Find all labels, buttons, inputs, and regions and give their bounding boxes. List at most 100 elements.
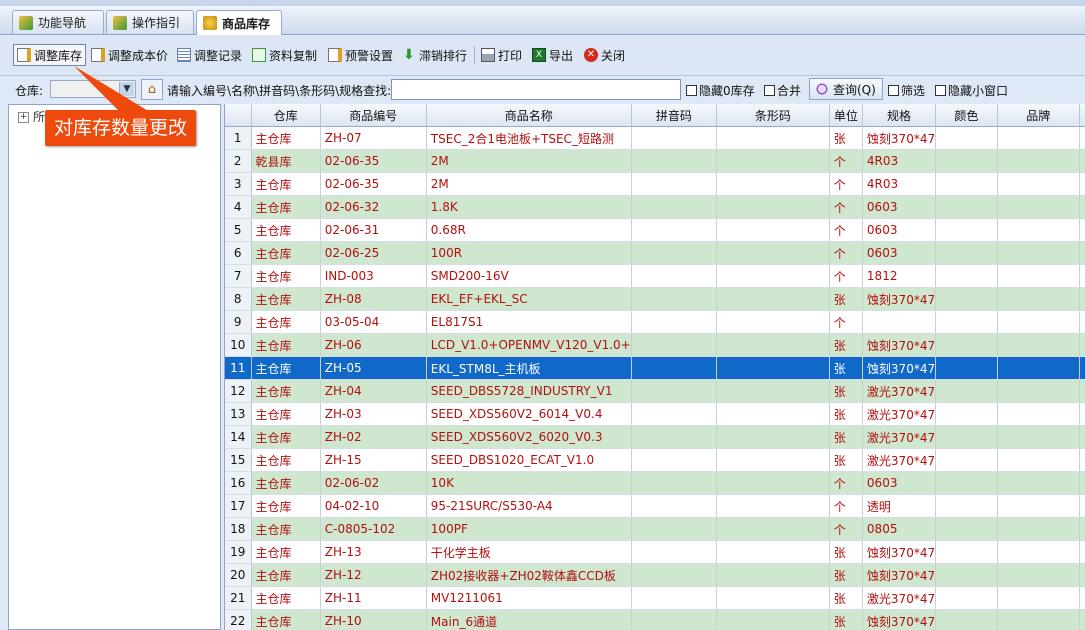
table-row[interactable]: 3 主仓库 02-06-35 2M 个 4R03 — [225, 172, 1085, 196]
cell-product-name: 干化学主板 — [426, 540, 632, 564]
cell-row-number: 20 — [225, 563, 252, 587]
table-row[interactable]: 21 主仓库 ZH-11 MV1211061 张激光370*47 — [225, 586, 1085, 610]
screen-checkbox[interactable]: 筛选 — [888, 82, 925, 99]
cell-pinyin-code — [631, 172, 718, 196]
table-row[interactable]: 5 主仓库 02-06-31 0.68R 个 0603 — [225, 218, 1085, 242]
export-button[interactable]: X 导出 — [532, 45, 573, 65]
cell-color — [935, 149, 998, 173]
column-header-unit[interactable]: 单位 — [829, 104, 863, 127]
cell-row-number: 17 — [225, 494, 252, 518]
cell-spec: 激光370*47 — [862, 425, 937, 449]
print-button[interactable]: 打印 — [481, 45, 522, 65]
copy-data-button[interactable]: 资料复制 — [252, 45, 317, 65]
cell-barcode — [716, 264, 830, 288]
alert-settings-button[interactable]: 预警设置 — [328, 45, 393, 65]
cell-product-code: 04-02-10 — [320, 494, 427, 518]
table-row[interactable]: 14 主仓库 ZH-02 SEED_XDS560V2_6020_V0.3 张激光370*… — [225, 425, 1085, 449]
cell-pinyin-code — [631, 540, 718, 564]
cell-product-name: 10K — [426, 471, 632, 495]
cell-barcode — [716, 448, 830, 472]
cell-overflow — [1079, 586, 1085, 610]
cell-warehouse: 主仓库 — [251, 448, 321, 472]
column-header-row-number[interactable] — [225, 104, 252, 127]
cell-color — [935, 218, 998, 242]
table-row[interactable]: 10 主仓库 ZH-06 LCD_V1.0+OPENMV_V120_V1.0+ 张蚀刻3… — [225, 333, 1085, 357]
cell-product-code: ZH-12 — [320, 563, 427, 587]
cell-pinyin-code — [631, 264, 718, 288]
cell-product-code: ZH-15 — [320, 448, 427, 472]
checkbox-box[interactable] — [935, 85, 946, 96]
table-row[interactable]: 19 主仓库 ZH-13 干化学主板 张蚀刻370*47 — [225, 540, 1085, 564]
column-header-brand[interactable]: 品牌 — [997, 104, 1081, 127]
cell-brand — [997, 586, 1081, 610]
table-row[interactable]: 8 主仓库 ZH-08 EKL_EF+EKL_SC 张蚀刻370*47 — [225, 287, 1085, 311]
search-input[interactable] — [391, 79, 681, 100]
table-row[interactable]: 17 主仓库 04-02-10 95-21SURC/S530-A4 个透明 — [225, 494, 1085, 518]
close-button[interactable]: ✕ 关闭 — [584, 45, 625, 65]
cell-product-name: SEED_DBS5728_INDUSTRY_V1 — [426, 379, 632, 403]
cell-spec: 蚀刻370*47 — [862, 609, 937, 630]
cell-row-number: 5 — [225, 218, 252, 242]
table-row[interactable]: 6 主仓库 02-06-25 100R 个 0603 — [225, 241, 1085, 265]
table-row[interactable]: 22 主仓库 ZH-10 Main_6通道 张蚀刻370*47 — [225, 609, 1085, 630]
table-row[interactable]: 11 主仓库 ZH-05 EKL_STM8L_主机板 张蚀刻370*47 — [225, 356, 1085, 380]
cell-warehouse: 主仓库 — [251, 172, 321, 196]
table-row[interactable]: 16 主仓库 02-06-02 10K 个 0603 — [225, 471, 1085, 495]
cell-spec: 蚀刻370*47 — [862, 287, 937, 311]
cell-color — [935, 126, 998, 150]
cell-color — [935, 448, 998, 472]
cell-warehouse: 主仓库 — [251, 586, 321, 610]
cell-unit: 张 — [829, 609, 863, 630]
table-row[interactable]: 4 主仓库 02-06-32 1.8K 个 0603 — [225, 195, 1085, 219]
cell-overflow — [1079, 218, 1085, 242]
checkbox-box[interactable] — [888, 85, 899, 96]
table-row[interactable]: 12 主仓库 ZH-04 SEED_DBS5728_INDUSTRY_V1 张激光370… — [225, 379, 1085, 403]
hide-zero-stock-checkbox[interactable]: 隐藏0库存 — [686, 82, 755, 99]
cell-brand — [997, 425, 1081, 449]
table-row[interactable]: 7 主仓库 IND-003 SMD200-16V 个 1812 — [225, 264, 1085, 288]
hide-zero-stock-label: 隐藏0库存 — [699, 84, 755, 98]
checkbox-box[interactable] — [686, 85, 697, 96]
column-header-barcode[interactable]: 条形码 — [716, 104, 830, 127]
table-row[interactable]: 13 主仓库 ZH-03 SEED_XDS560V2_6014_V0.4 张激光370*… — [225, 402, 1085, 426]
cell-barcode — [716, 287, 830, 311]
column-header-pinyin-code[interactable]: 拼音码 — [631, 104, 718, 127]
cell-pinyin-code — [631, 609, 718, 630]
table-row[interactable]: 9 主仓库 03-05-04 EL817S1 个 — [225, 310, 1085, 334]
cell-product-name: EKL_STM8L_主机板 — [426, 356, 632, 380]
cell-spec: 蚀刻370*47 — [862, 333, 937, 357]
cell-brand — [997, 448, 1081, 472]
table-row[interactable]: 1 主仓库 ZH-07 TSEC_2合1电池板+TSEC_短路测 张蚀刻370*47 — [225, 126, 1085, 150]
column-header-warehouse[interactable]: 仓库 — [251, 104, 321, 127]
merge-checkbox[interactable]: 合并 — [764, 82, 801, 99]
cell-product-name: MV1211061 — [426, 586, 632, 610]
column-header-spec[interactable]: 规格 — [862, 104, 937, 127]
cell-pinyin-code — [631, 218, 718, 242]
cell-overflow — [1079, 425, 1085, 449]
column-header-product-code[interactable]: 商品编号 — [320, 104, 427, 127]
table-row[interactable]: 2 乾县库 02-06-35 2M 个 4R03 — [225, 149, 1085, 173]
cell-brand — [997, 517, 1081, 541]
cell-warehouse: 主仓库 — [251, 195, 321, 219]
cell-brand — [997, 126, 1081, 150]
cell-unit: 张 — [829, 586, 863, 610]
cell-warehouse: 主仓库 — [251, 425, 321, 449]
checkbox-box[interactable] — [764, 85, 775, 96]
hide-small-window-checkbox[interactable]: 隐藏小窗口 — [935, 82, 1008, 99]
table-row[interactable]: 18 主仓库 C-0805-102 100PF 个 0805 — [225, 517, 1085, 541]
cell-unit: 个 — [829, 172, 863, 196]
slow-sales-rank-button[interactable]: ⬇ 滞销排行 — [402, 45, 467, 65]
cell-overflow — [1079, 241, 1085, 265]
table-row[interactable]: 20 主仓库 ZH-12 ZH02接收器+ZH02鞍体鑫CCD板 张蚀刻370*47 — [225, 563, 1085, 587]
excel-icon: X — [532, 48, 546, 62]
column-header-product-name[interactable]: 商品名称 — [426, 104, 632, 127]
query-button[interactable]: 查询(Q) — [809, 78, 883, 100]
table-row[interactable]: 15 主仓库 ZH-15 SEED_DBS1020_ECAT_V1.0 张激光370*4… — [225, 448, 1085, 472]
column-header-color[interactable]: 颜色 — [935, 104, 998, 127]
cell-barcode — [716, 402, 830, 426]
cell-spec: 4R03 — [862, 149, 937, 173]
cell-overflow — [1079, 195, 1085, 219]
cell-unit: 个 — [829, 241, 863, 265]
cell-spec: 0805 — [862, 517, 937, 541]
cell-product-name: SEED_XDS560V2_6014_V0.4 — [426, 402, 632, 426]
